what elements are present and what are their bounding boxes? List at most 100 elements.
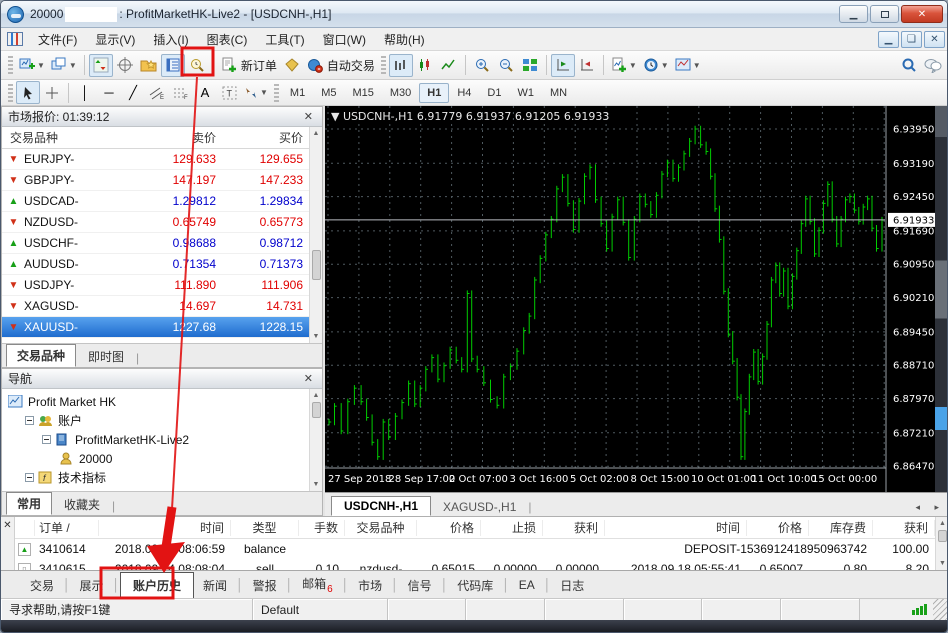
candlestick-chart-button[interactable]	[413, 54, 437, 77]
column-4[interactable]: 手数	[299, 520, 345, 536]
profiles-button[interactable]: ▼	[48, 54, 80, 77]
strategy-tester-button[interactable]	[185, 54, 209, 77]
menu-item-工具[interactable]: 工具(T)	[256, 28, 313, 51]
toolbar-grip[interactable]	[8, 56, 13, 74]
column-symbol[interactable]: 交易品种	[2, 129, 120, 146]
terminal-tab-新闻[interactable]: 新闻	[194, 574, 236, 597]
column-9[interactable]: 时间	[605, 520, 747, 536]
terminal-tab-交易[interactable]: 交易	[21, 574, 63, 597]
channel-tool-button[interactable]: E	[145, 81, 169, 104]
menu-item-文件[interactable]: 文件(F)	[29, 28, 86, 51]
chart-tab-XAGUSD-,H1[interactable]: XAGUSD-,H1	[431, 498, 528, 516]
scrollbar-thumb[interactable]	[938, 530, 947, 542]
column-10[interactable]: 价格	[747, 520, 809, 536]
text-tool-button[interactable]: A	[193, 81, 217, 104]
minimize-button[interactable]: ▁	[839, 5, 868, 23]
scroll-down-icon[interactable]: ▼	[939, 557, 946, 570]
navigator-toggle-button[interactable]	[137, 54, 161, 77]
timeframe-M5[interactable]: M5	[313, 83, 344, 103]
market-watch-row-NZDUSD[interactable]: ▼NZDUSD-0.657490.65773	[2, 212, 309, 233]
chart-tab-USDCNH-,H1[interactable]: USDCNH-,H1	[331, 496, 431, 516]
mdi-close-button[interactable]: ✕	[924, 31, 945, 48]
search-button[interactable]	[897, 54, 921, 77]
chart-window[interactable]: 6.939506.931906.924506.916906.909506.902…	[323, 106, 948, 516]
line-chart-button[interactable]	[437, 54, 461, 77]
zoom-in-button[interactable]	[470, 54, 494, 77]
toolbar-grip[interactable]	[381, 56, 386, 74]
timeframe-MN[interactable]: MN	[542, 83, 575, 103]
market-watch-scrollbar[interactable]: ▲ ▼	[309, 127, 322, 343]
menu-item-显示[interactable]: 显示(V)	[86, 28, 144, 51]
navigator-item-20000[interactable]: 20000	[2, 449, 309, 468]
market-watch-row-XAUUSD[interactable]: ▼XAUUSD-1227.681228.15	[2, 317, 309, 338]
price-chart[interactable]: 6.939506.931906.924506.916906.909506.902…	[325, 106, 937, 492]
column-6[interactable]: 价格	[417, 520, 481, 536]
close-icon[interactable]: ✕	[301, 372, 316, 385]
terminal-tab-市场[interactable]: 市场	[349, 574, 391, 597]
collapse-icon[interactable]	[25, 416, 34, 425]
history-row-3410614[interactable]: ▲34106142018.09.14 08:06:59balanceDEPOSI…	[15, 539, 935, 559]
navigator-tab-常用[interactable]: 常用	[6, 492, 52, 515]
periods-button[interactable]: ▼	[640, 54, 672, 77]
market-watch-column-header[interactable]: 交易品种 卖价 买价	[2, 127, 309, 149]
timeframe-D1[interactable]: D1	[479, 83, 509, 103]
column-8[interactable]: 获利	[543, 520, 605, 536]
terminal-scrollbar[interactable]: ▲ ▼	[935, 517, 948, 570]
terminal-toggle-button[interactable]	[161, 54, 185, 77]
bar-chart-button[interactable]	[389, 54, 413, 77]
indicators-button[interactable]: ▼	[608, 54, 640, 77]
column-3[interactable]: 类型	[231, 520, 299, 536]
market-watch-row-EURJPY[interactable]: ▼EURJPY-129.633129.655	[2, 149, 309, 170]
autotrading-button[interactable]: 自动交易	[304, 54, 378, 77]
scroll-down-icon[interactable]: ▼	[313, 330, 320, 343]
terminal-tab-日志[interactable]: 日志	[551, 574, 593, 597]
zoom-out-button[interactable]	[494, 54, 518, 77]
market-watch-row-USDCAD[interactable]: ▲USDCAD-1.298121.29834	[2, 191, 309, 212]
market-watch-row-USDJPY[interactable]: ▼USDJPY-111.890111.906	[2, 275, 309, 296]
terminal-tab-信号[interactable]: 信号	[399, 574, 441, 597]
chat-button[interactable]	[921, 54, 945, 77]
terminal-tab-账户历史[interactable]: 账户历史	[120, 572, 194, 599]
chart-vertical-scrollbar[interactable]	[935, 106, 948, 492]
new-order-button[interactable]: 新订单	[218, 54, 280, 77]
scroll-up-icon[interactable]: ▲	[939, 517, 946, 530]
market-watch-tab-交易品种[interactable]: 交易品种	[6, 344, 76, 367]
auto-scroll-button[interactable]	[551, 54, 575, 77]
fibonacci-tool-button[interactable]: F	[169, 81, 193, 104]
navigator-tab-收藏夹[interactable]: 收藏夹	[54, 494, 110, 515]
terminal-tab-邮箱[interactable]: 邮箱6	[293, 572, 342, 597]
restore-button[interactable]	[870, 5, 899, 23]
column-7[interactable]: 止损	[481, 520, 543, 536]
timeframe-M1[interactable]: M1	[282, 83, 313, 103]
navigator-item-账户[interactable]: 账户	[2, 411, 309, 430]
text-label-tool-button[interactable]: T	[217, 81, 241, 104]
scrollbar-thumb[interactable]	[312, 250, 321, 280]
timeframe-H4[interactable]: H4	[449, 83, 479, 103]
column-bid[interactable]: 卖价	[120, 129, 216, 146]
scroll-down-icon[interactable]: ▼	[313, 478, 320, 491]
arrows-tool-button[interactable]: ▼	[241, 81, 271, 104]
toolbar-grip[interactable]	[8, 84, 13, 102]
metaeditor-button[interactable]	[280, 54, 304, 77]
new-chart-button[interactable]: ▼	[16, 54, 48, 77]
toolbar-grip[interactable]	[274, 84, 279, 102]
column-5[interactable]: 交易品种	[345, 520, 417, 536]
market-watch-row-AUDUSD[interactable]: ▲AUDUSD-0.713540.71373	[2, 254, 309, 275]
data-window-button[interactable]	[113, 54, 137, 77]
scrollbar-thumb[interactable]	[312, 402, 321, 418]
menu-item-插入[interactable]: 插入(I)	[144, 28, 197, 51]
vertical-line-tool-button[interactable]: │	[73, 81, 97, 104]
navigator-item-ProfitMarketHK-Live2[interactable]: ProfitMarketHK-Live2	[2, 430, 309, 449]
terminal-tab-EA[interactable]: EA	[510, 575, 544, 595]
timeframe-H1[interactable]: H1	[419, 83, 449, 103]
templates-button[interactable]: ▼	[672, 54, 704, 77]
market-watch-row-GBPJPY[interactable]: ▼GBPJPY-147.197147.233	[2, 170, 309, 191]
menu-item-图表[interactable]: 图表(C)	[198, 28, 257, 51]
column-ask[interactable]: 买价	[216, 129, 309, 146]
chart-window-icon[interactable]	[7, 32, 23, 46]
navigator-header[interactable]: 导航 ✕	[2, 369, 322, 389]
column-1[interactable]: 订单 /	[35, 520, 99, 536]
column-11[interactable]: 库存费	[809, 520, 873, 536]
timeframe-M30[interactable]: M30	[382, 83, 419, 103]
chart-shift-button[interactable]	[575, 54, 599, 77]
